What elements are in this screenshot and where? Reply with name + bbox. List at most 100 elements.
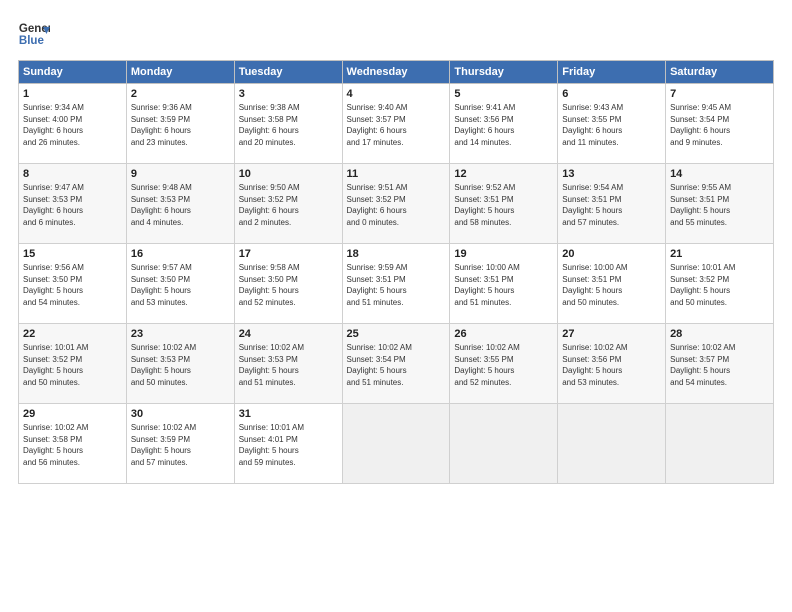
day-info: Sunrise: 10:02 AM Sunset: 3:53 PM Daylig… — [239, 342, 338, 388]
day-info: Sunrise: 10:02 AM Sunset: 3:55 PM Daylig… — [454, 342, 553, 388]
day-cell: 21 Sunrise: 10:01 AM Sunset: 3:52 PM Dayl… — [666, 244, 774, 324]
day-cell: 24 Sunrise: 10:02 AM Sunset: 3:53 PM Dayl… — [234, 324, 342, 404]
day-cell: 26 Sunrise: 10:02 AM Sunset: 3:55 PM Dayl… — [450, 324, 558, 404]
day-cell: 29 Sunrise: 10:02 AM Sunset: 3:58 PM Dayl… — [19, 404, 127, 484]
day-number: 13 — [562, 168, 661, 180]
day-cell: 20 Sunrise: 10:00 AM Sunset: 3:51 PM Dayl… — [558, 244, 666, 324]
day-info: Sunrise: 10:01 AM Sunset: 3:52 PM Daylig… — [670, 262, 769, 308]
day-info: Sunrise: 9:45 AM Sunset: 3:54 PM Dayligh… — [670, 102, 769, 148]
day-number: 9 — [131, 168, 230, 180]
day-cell: 25 Sunrise: 10:02 AM Sunset: 3:54 PM Dayl… — [342, 324, 450, 404]
day-info: Sunrise: 9:51 AM Sunset: 3:52 PM Dayligh… — [347, 182, 446, 228]
day-info: Sunrise: 10:02 AM Sunset: 3:53 PM Daylig… — [131, 342, 230, 388]
day-cell — [342, 404, 450, 484]
day-number: 15 — [23, 248, 122, 260]
day-cell: 31 Sunrise: 10:01 AM Sunset: 4:01 PM Dayl… — [234, 404, 342, 484]
day-cell: 19 Sunrise: 10:00 AM Sunset: 3:51 PM Dayl… — [450, 244, 558, 324]
day-info: Sunrise: 9:58 AM Sunset: 3:50 PM Dayligh… — [239, 262, 338, 308]
day-cell: 23 Sunrise: 10:02 AM Sunset: 3:53 PM Dayl… — [126, 324, 234, 404]
day-number: 19 — [454, 248, 553, 260]
day-info: Sunrise: 10:02 AM Sunset: 3:58 PM Daylig… — [23, 422, 122, 468]
day-cell: 12 Sunrise: 9:52 AM Sunset: 3:51 PM Dayli… — [450, 164, 558, 244]
day-info: Sunrise: 9:54 AM Sunset: 3:51 PM Dayligh… — [562, 182, 661, 228]
svg-text:Blue: Blue — [19, 35, 45, 47]
day-cell — [558, 404, 666, 484]
day-info: Sunrise: 9:59 AM Sunset: 3:51 PM Dayligh… — [347, 262, 446, 308]
day-info: Sunrise: 9:38 AM Sunset: 3:58 PM Dayligh… — [239, 102, 338, 148]
day-number: 5 — [454, 88, 553, 100]
day-number: 31 — [239, 408, 338, 420]
week-row-2: 8Sunrise: 9:47 AM Sunset: 3:53 PM Daylig… — [19, 164, 774, 244]
col-header-tuesday: Tuesday — [234, 61, 342, 84]
day-cell: 17 Sunrise: 9:58 AM Sunset: 3:50 PM Dayli… — [234, 244, 342, 324]
day-cell — [450, 404, 558, 484]
day-number: 14 — [670, 168, 769, 180]
day-number: 17 — [239, 248, 338, 260]
day-number: 28 — [670, 328, 769, 340]
header-row: SundayMondayTuesdayWednesdayThursdayFrid… — [19, 61, 774, 84]
day-info: Sunrise: 10:00 AM Sunset: 3:51 PM Daylig… — [562, 262, 661, 308]
day-cell: 30 Sunrise: 10:02 AM Sunset: 3:59 PM Dayl… — [126, 404, 234, 484]
day-info: Sunrise: 9:41 AM Sunset: 3:56 PM Dayligh… — [454, 102, 553, 148]
day-info: Sunrise: 10:01 AM Sunset: 4:01 PM Daylig… — [239, 422, 338, 468]
day-info: Sunrise: 10:02 AM Sunset: 3:57 PM Daylig… — [670, 342, 769, 388]
day-info: Sunrise: 9:36 AM Sunset: 3:59 PM Dayligh… — [131, 102, 230, 148]
day-cell: 1Sunrise: 9:34 AM Sunset: 4:00 PM Daylig… — [19, 84, 127, 164]
day-cell: 8Sunrise: 9:47 AM Sunset: 3:53 PM Daylig… — [19, 164, 127, 244]
day-number: 20 — [562, 248, 661, 260]
day-info: Sunrise: 9:50 AM Sunset: 3:52 PM Dayligh… — [239, 182, 338, 228]
day-number: 18 — [347, 248, 446, 260]
day-number: 21 — [670, 248, 769, 260]
day-info: Sunrise: 9:34 AM Sunset: 4:00 PM Dayligh… — [23, 102, 122, 148]
day-info: Sunrise: 10:02 AM Sunset: 3:59 PM Daylig… — [131, 422, 230, 468]
day-cell: 5 Sunrise: 9:41 AM Sunset: 3:56 PM Daylig… — [450, 84, 558, 164]
day-cell — [666, 404, 774, 484]
day-cell: 6 Sunrise: 9:43 AM Sunset: 3:55 PM Daylig… — [558, 84, 666, 164]
week-row-5: 29 Sunrise: 10:02 AM Sunset: 3:58 PM Dayl… — [19, 404, 774, 484]
day-cell: 16Sunrise: 9:57 AM Sunset: 3:50 PM Dayli… — [126, 244, 234, 324]
day-cell: 27Sunrise: 10:02 AM Sunset: 3:56 PM Dayl… — [558, 324, 666, 404]
logo-icon: General Blue — [18, 18, 50, 50]
day-number: 8 — [23, 168, 122, 180]
day-number: 24 — [239, 328, 338, 340]
day-cell: 9Sunrise: 9:48 AM Sunset: 3:53 PM Daylig… — [126, 164, 234, 244]
logo: General Blue — [18, 18, 50, 50]
week-row-3: 15 Sunrise: 9:56 AM Sunset: 3:50 PM Dayli… — [19, 244, 774, 324]
day-number: 22 — [23, 328, 122, 340]
col-header-sunday: Sunday — [19, 61, 127, 84]
day-cell: 14 Sunrise: 9:55 AM Sunset: 3:51 PM Dayli… — [666, 164, 774, 244]
day-number: 12 — [454, 168, 553, 180]
day-number: 29 — [23, 408, 122, 420]
day-cell: 3 Sunrise: 9:38 AM Sunset: 3:58 PM Daylig… — [234, 84, 342, 164]
day-cell: 11Sunrise: 9:51 AM Sunset: 3:52 PM Dayli… — [342, 164, 450, 244]
day-number: 10 — [239, 168, 338, 180]
day-number: 6 — [562, 88, 661, 100]
day-number: 30 — [131, 408, 230, 420]
page-header: General Blue — [18, 18, 774, 50]
day-info: Sunrise: 9:52 AM Sunset: 3:51 PM Dayligh… — [454, 182, 553, 228]
day-number: 26 — [454, 328, 553, 340]
day-info: Sunrise: 9:56 AM Sunset: 3:50 PM Dayligh… — [23, 262, 122, 308]
week-row-4: 22Sunrise: 10:01 AM Sunset: 3:52 PM Dayl… — [19, 324, 774, 404]
day-cell: 4Sunrise: 9:40 AM Sunset: 3:57 PM Daylig… — [342, 84, 450, 164]
day-cell: 22Sunrise: 10:01 AM Sunset: 3:52 PM Dayl… — [19, 324, 127, 404]
week-row-1: 1Sunrise: 9:34 AM Sunset: 4:00 PM Daylig… — [19, 84, 774, 164]
day-info: Sunrise: 9:55 AM Sunset: 3:51 PM Dayligh… — [670, 182, 769, 228]
day-cell: 18 Sunrise: 9:59 AM Sunset: 3:51 PM Dayli… — [342, 244, 450, 324]
day-cell: 15 Sunrise: 9:56 AM Sunset: 3:50 PM Dayli… — [19, 244, 127, 324]
day-number: 3 — [239, 88, 338, 100]
day-number: 7 — [670, 88, 769, 100]
day-number: 23 — [131, 328, 230, 340]
day-info: Sunrise: 9:57 AM Sunset: 3:50 PM Dayligh… — [131, 262, 230, 308]
day-info: Sunrise: 10:02 AM Sunset: 3:54 PM Daylig… — [347, 342, 446, 388]
calendar-table: SundayMondayTuesdayWednesdayThursdayFrid… — [18, 60, 774, 484]
day-number: 25 — [347, 328, 446, 340]
col-header-wednesday: Wednesday — [342, 61, 450, 84]
day-info: Sunrise: 9:43 AM Sunset: 3:55 PM Dayligh… — [562, 102, 661, 148]
day-info: Sunrise: 10:02 AM Sunset: 3:56 PM Daylig… — [562, 342, 661, 388]
day-cell: 13 Sunrise: 9:54 AM Sunset: 3:51 PM Dayli… — [558, 164, 666, 244]
day-number: 4 — [347, 88, 446, 100]
col-header-saturday: Saturday — [666, 61, 774, 84]
col-header-thursday: Thursday — [450, 61, 558, 84]
day-info: Sunrise: 10:00 AM Sunset: 3:51 PM Daylig… — [454, 262, 553, 308]
